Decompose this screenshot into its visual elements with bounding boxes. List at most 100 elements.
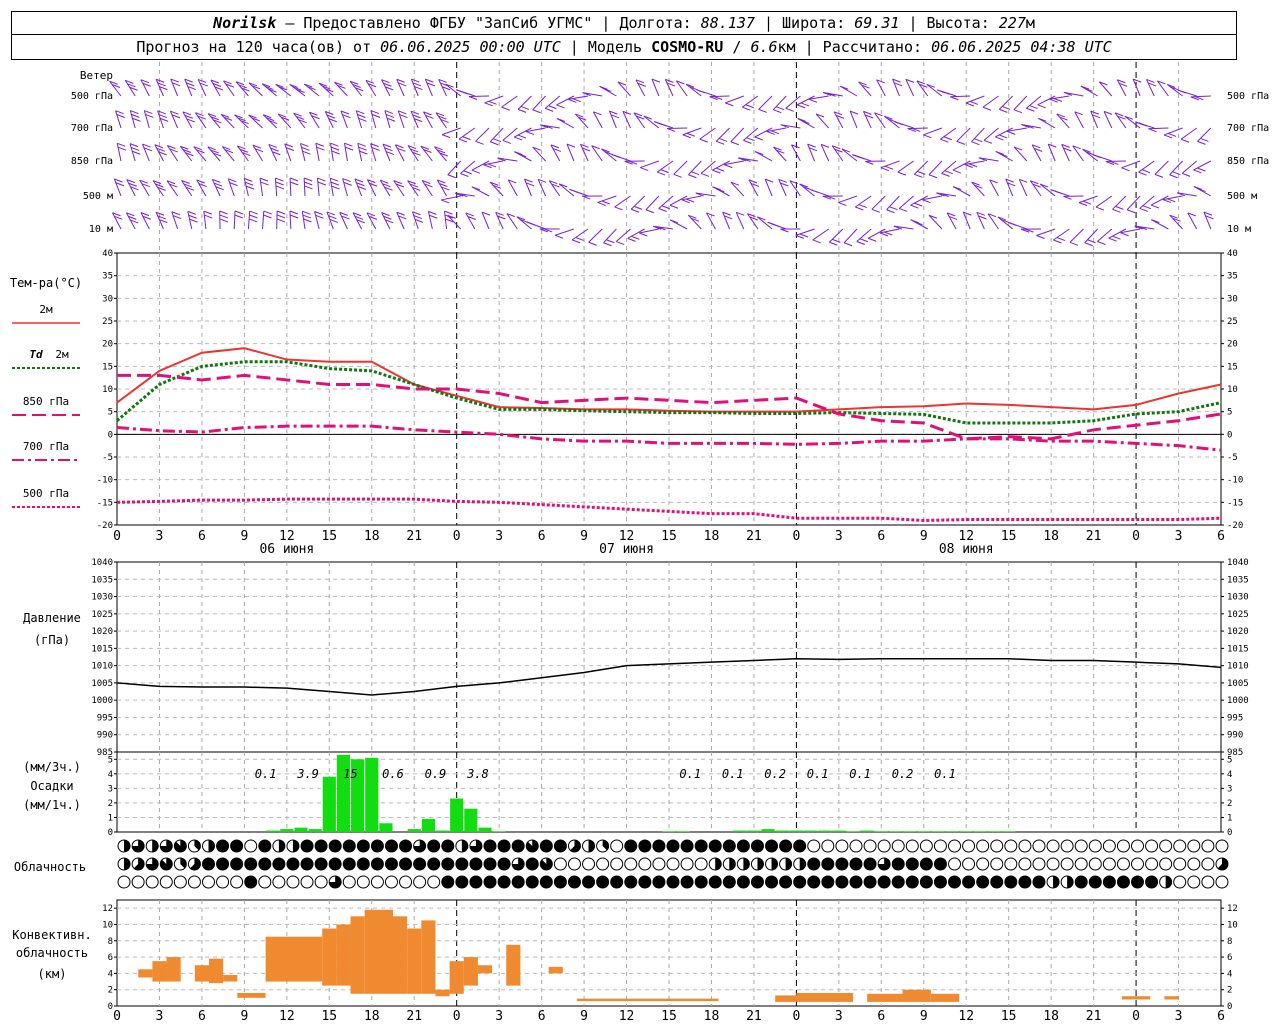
wind-barb-feather	[548, 105, 557, 110]
wind-barb-feather	[855, 206, 864, 211]
cloud-symbol	[976, 857, 990, 871]
cloud-symbol-fill	[568, 876, 581, 888]
cloud-symbol-fill	[498, 840, 511, 852]
pressure-y-tick: 1015	[91, 644, 113, 654]
cloud-symbol-fill	[484, 876, 497, 888]
time-axis-hour-label: 3	[1175, 529, 1183, 544]
wind-barb-feather	[1177, 89, 1186, 94]
legend-label: 2м	[55, 348, 69, 361]
wind-barb-feather	[275, 185, 285, 190]
wind-barb-feather	[275, 181, 284, 186]
wind-barb	[656, 160, 674, 173]
time-axis-hour-label: 0	[1132, 1009, 1140, 1024]
pressure-y-tick: 990	[1227, 731, 1243, 741]
temp-y-tick: 35	[1227, 272, 1238, 282]
wind-barb-feather	[304, 185, 313, 190]
wind-barb	[468, 95, 490, 98]
wind-barb	[699, 127, 716, 140]
pressure-y-tick: 1005	[1227, 679, 1249, 689]
temp-y-tick: 15	[102, 362, 113, 372]
wind-barb-feather	[688, 174, 697, 179]
wind-barb-feather	[460, 90, 469, 95]
time-axis-hour-label: 18	[1043, 1009, 1059, 1024]
wind-barb-feather	[1139, 122, 1148, 127]
wind-barb-feather	[725, 102, 734, 107]
wind-barb	[315, 143, 320, 162]
temp-y-tick: -5	[102, 453, 113, 463]
precip-bar	[973, 831, 987, 832]
cloud-symbol	[131, 875, 145, 889]
cloud-symbol-fill	[258, 840, 271, 852]
wind-barb	[475, 127, 490, 142]
wind-barb	[171, 211, 179, 230]
wind-barb	[484, 95, 504, 104]
time-axis-hour-label: 21	[406, 529, 422, 544]
time-axis-hour-label: 9	[920, 1009, 928, 1024]
cloud-symbol-fill	[849, 876, 862, 888]
wind-barb-feather	[730, 141, 740, 146]
cloud-symbol-fill	[990, 876, 1003, 888]
cloud-symbol	[1173, 857, 1187, 871]
convective-bar	[421, 920, 436, 994]
cloud-symbol-fill	[920, 858, 933, 870]
wind-barb-feather	[303, 218, 312, 223]
wind-barb-feather	[952, 169, 962, 174]
wind-barb-feather	[458, 138, 468, 143]
cloud-symbol-fill	[1067, 876, 1074, 888]
legend-label: 700 гПа	[23, 440, 69, 453]
cloud-symbol	[1102, 857, 1116, 871]
convective-y-tick: 4	[1227, 969, 1232, 979]
precip-y-tick: 2	[1227, 799, 1232, 809]
cloud-symbol-fill	[498, 876, 511, 888]
wind-barb	[1063, 91, 1084, 97]
time-axis-hour-label: 21	[406, 1009, 422, 1024]
time-axis-hour-label: 18	[704, 1009, 720, 1024]
cloud-symbol-fill	[1103, 876, 1116, 888]
wind-barb-feather	[691, 171, 700, 176]
cloud-symbol-fill	[920, 876, 933, 888]
wind-barb	[926, 83, 943, 97]
temp-y-tick: -10	[1227, 476, 1243, 486]
cloud-symbol-fill	[124, 858, 131, 870]
cloud-symbol	[1060, 857, 1074, 871]
cloud-symbol-fill	[301, 840, 314, 852]
cloud-symbol	[1201, 839, 1215, 853]
wind-barb-feather	[1063, 195, 1072, 200]
cloud-symbol	[1046, 839, 1060, 853]
wind-level-label: 10 м	[89, 224, 113, 235]
wind-barb-feather	[865, 160, 874, 165]
wind-barb	[330, 143, 334, 162]
wind-barb-feather	[699, 138, 708, 143]
wind-barb	[1036, 228, 1056, 236]
wind-barb-feather	[1108, 237, 1117, 242]
wind-barb-feather	[1172, 171, 1181, 176]
wind-barb-feather	[1097, 241, 1106, 245]
precip-3h-label: 0.1	[807, 767, 829, 781]
wind-barb	[1026, 95, 1042, 109]
cloud-symbol	[638, 857, 652, 871]
precip-bar	[789, 830, 803, 832]
wind-level-label: 850 гПа	[1227, 156, 1269, 167]
cloud-symbol	[891, 839, 905, 853]
wind-barb-feather	[785, 107, 794, 112]
wind-barb-feather	[304, 181, 313, 186]
cloud-symbol	[1131, 839, 1145, 853]
wind-barb-feather	[1112, 235, 1121, 240]
wind-barb	[645, 195, 660, 211]
wind-barb-feather	[1095, 206, 1105, 211]
cloud-symbol-fill	[1018, 876, 1031, 888]
cloud-symbol-fill	[230, 858, 243, 870]
wind-barb	[247, 211, 251, 230]
pressure-y-tick: 1020	[1227, 627, 1249, 637]
precip-bar	[733, 830, 747, 832]
wind-barb	[658, 195, 674, 209]
convective-bar	[902, 989, 931, 1002]
cloud-symbol-fill	[638, 840, 651, 852]
wind-barb-feather	[219, 210, 228, 215]
pressure-y-tick: 1030	[91, 593, 113, 603]
wind-barb-feather	[743, 139, 752, 144]
time-axis-hour-label: 15	[321, 1009, 337, 1024]
precip-bar	[464, 808, 478, 832]
wind-barb	[501, 95, 518, 108]
cloud-symbol	[553, 857, 567, 871]
